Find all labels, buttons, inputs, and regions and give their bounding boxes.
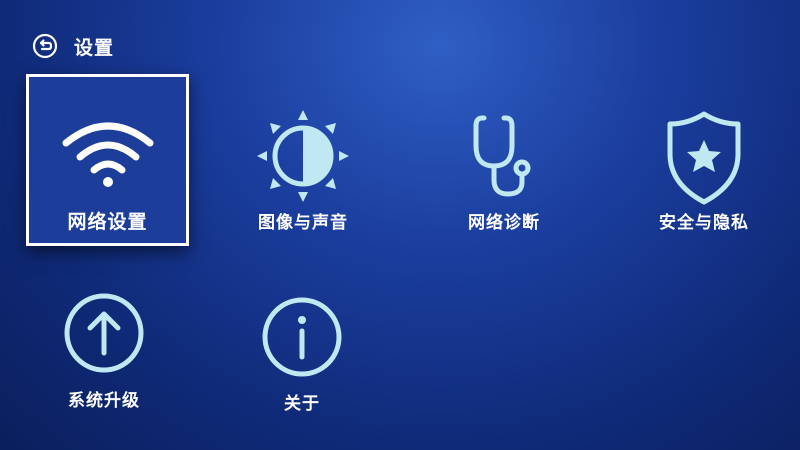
- shield-star-icon: [667, 111, 741, 205]
- arrow-up-circle-icon: [64, 293, 144, 373]
- tile-about[interactable]: 关于: [222, 275, 382, 440]
- tile-label: 关于: [284, 394, 320, 414]
- info-circle-icon: [262, 297, 342, 377]
- tile-label: 网络诊断: [468, 213, 540, 233]
- page-title: 设置: [74, 36, 115, 59]
- tile-system-upgrade[interactable]: 系统升级: [24, 268, 184, 433]
- back-button[interactable]: [30, 31, 60, 61]
- tile-network-diagnostics[interactable]: 网络诊断: [424, 84, 584, 249]
- tile-label: 系统升级: [68, 391, 140, 411]
- wifi-icon: [62, 122, 153, 187]
- tile-security-privacy[interactable]: 安全与隐私: [624, 84, 784, 249]
- tile-label: 网络设置: [67, 211, 148, 233]
- back-icon: [32, 33, 58, 59]
- tile-label: 安全与隐私: [659, 213, 749, 233]
- tile-network-settings[interactable]: 网络设置: [26, 74, 189, 246]
- tile-picture-sound[interactable]: 图像与声音: [223, 84, 383, 249]
- stethoscope-icon: [473, 115, 531, 197]
- header: 设置: [30, 30, 114, 62]
- tile-label: 图像与声音: [258, 213, 348, 233]
- brightness-icon: [257, 110, 349, 202]
